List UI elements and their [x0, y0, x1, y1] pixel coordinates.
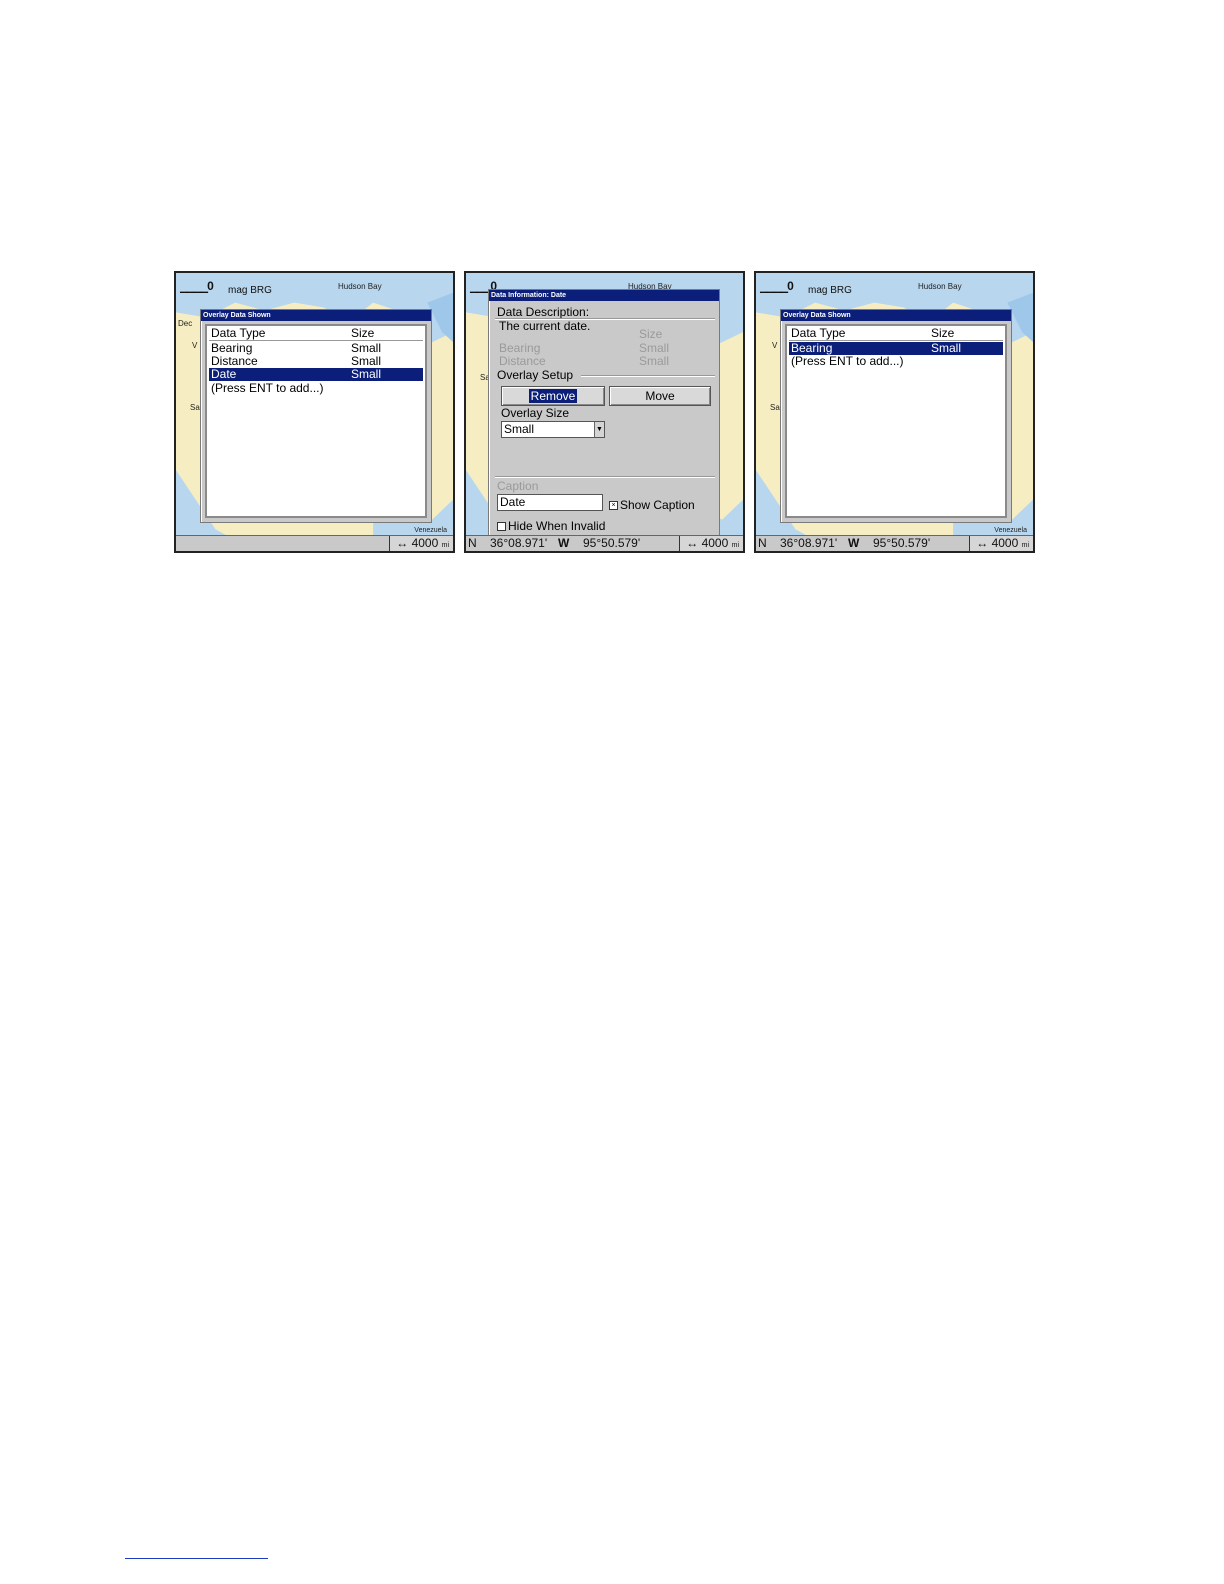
latitude-hemisphere: N: [468, 536, 477, 550]
mag-bearing-label: mag BRG: [808, 285, 852, 296]
venezuela-label: Venezuela: [414, 527, 447, 534]
list-header: Data Type Size: [209, 327, 423, 341]
map-zoom-scale: ↔ 4000 mi: [389, 536, 453, 551]
chevron-down-icon[interactable]: ▼: [594, 422, 604, 437]
ghost-row-type: Bearing: [499, 341, 541, 355]
map-zoom-scale: ↔ 4000 mi: [679, 536, 743, 551]
group-divider: [581, 375, 715, 377]
map-scale-indicator: ‒‒‒‒0: [180, 279, 214, 299]
overlay-data-list[interactable]: Data Type Size Bearing Small (Press ENT …: [785, 324, 1007, 518]
status-bar: ↔ 4000 mi: [176, 535, 453, 551]
list-item-selected[interactable]: Date Small: [209, 368, 423, 381]
add-hint-text: (Press ENT to add...): [211, 381, 324, 395]
add-item-hint[interactable]: (Press ENT to add...): [789, 355, 1003, 368]
ghost-size-header: Size: [639, 327, 663, 341]
scale-value: ↔ 4000: [976, 536, 1019, 550]
item-size: Small: [351, 367, 382, 381]
map-label-dec: Dec: [178, 319, 193, 328]
hide-when-invalid-checkbox[interactable]: Hide When Invalid: [497, 519, 605, 533]
footnote-divider: [125, 1558, 268, 1559]
map-label-v: V: [192, 341, 198, 350]
status-bar: N 36°08.971' W 95°50.579' ↔ 4000 mi: [466, 535, 743, 551]
hudson-bay-label: Hudson Bay: [338, 282, 382, 291]
screen-overlay-data-shown-1: ‒‒‒‒0 mag BRG Hudson Bay Dec V Sa Venezu…: [174, 271, 455, 553]
data-description-text: The current date.: [499, 319, 591, 333]
window-title: Data Information: Date: [489, 290, 719, 301]
overlay-data-window: Overlay Data Shown Data Type Size Bearin…: [780, 309, 1012, 523]
window-title: Overlay Data Shown: [201, 310, 431, 321]
scale-value: ↔ 4000: [686, 536, 729, 550]
data-information-window: Data Information: Date Data Description:…: [488, 289, 720, 537]
item-type: Date: [211, 367, 237, 381]
hudson-bay-label: Hudson Bay: [918, 282, 962, 291]
show-caption-checkbox[interactable]: × Show Caption: [609, 498, 695, 512]
venezuela-label: Venezuela: [994, 527, 1027, 534]
add-item-hint[interactable]: (Press ENT to add...): [209, 382, 423, 395]
item-size: Small: [931, 341, 962, 355]
overlay-size-value: Small: [504, 422, 535, 436]
map-label-sa: Sa: [770, 403, 780, 412]
group-divider: [495, 476, 715, 478]
show-caption-label: Show Caption: [620, 498, 695, 512]
ghost-row-type: Distance: [499, 354, 546, 368]
scale-value: ↔ 4000: [396, 536, 439, 550]
scale-unit: mi: [731, 542, 739, 549]
latitude-readout: 36°08.971': [780, 536, 838, 550]
map-label-v: V: [772, 341, 778, 350]
map-zoom-scale: ↔ 4000 mi: [969, 536, 1033, 551]
add-hint-text: (Press ENT to add...): [791, 354, 904, 368]
caption-label: Caption: [497, 479, 539, 493]
move-button[interactable]: Move: [609, 386, 711, 406]
latitude-hemisphere: N: [758, 536, 767, 550]
overlay-size-label: Overlay Size: [501, 406, 570, 420]
window-title: Overlay Data Shown: [781, 310, 1011, 321]
header-data-type: Data Type: [791, 326, 846, 340]
header-size: Size: [351, 326, 375, 340]
map-label-sa: Sa: [190, 403, 200, 412]
header-size: Size: [931, 326, 955, 340]
checkbox-unchecked-icon[interactable]: [497, 522, 506, 532]
remove-button[interactable]: Remove: [501, 386, 605, 406]
ghost-row-size: Small: [639, 354, 670, 368]
status-bar: N 36°08.971' W 95°50.579' ↔ 4000 mi: [756, 535, 1033, 551]
map-scale-indicator: ‒‒‒‒0: [760, 279, 794, 299]
overlay-size-dropdown[interactable]: Small ▼: [501, 421, 605, 438]
list-header: Data Type Size: [789, 327, 1003, 341]
checkbox-checked-icon[interactable]: ×: [609, 501, 618, 511]
overlay-data-window: Overlay Data Shown Data Type Size Bearin…: [200, 309, 432, 523]
scale-unit: mi: [441, 542, 449, 549]
list-item[interactable]: Distance Small: [209, 355, 423, 368]
ghost-row-size: Small: [639, 341, 670, 355]
header-data-type: Data Type: [211, 326, 266, 340]
screen-overlay-data-shown-2: ‒‒‒‒0 mag BRG Hudson Bay V Sa Venezuela …: [754, 271, 1035, 553]
caption-input[interactable]: Date: [497, 494, 603, 511]
overlay-data-list[interactable]: Data Type Size Bearing Small Distance Sm…: [205, 324, 427, 518]
overlay-setup-label: Overlay Setup: [497, 368, 574, 382]
mag-bearing-label: mag BRG: [228, 285, 272, 296]
longitude-hemisphere: W: [848, 536, 860, 550]
remove-button-label: Remove: [528, 389, 578, 403]
longitude-readout: 95°50.579': [873, 536, 931, 550]
screen-data-information: ‒‒‒0 Hudson Bay Sa Data Information: Dat…: [464, 271, 745, 553]
longitude-hemisphere: W: [558, 536, 570, 550]
scale-unit: mi: [1021, 542, 1029, 549]
data-description-label: Data Description:: [497, 305, 590, 319]
longitude-readout: 95°50.579': [583, 536, 641, 550]
latitude-readout: 36°08.971': [490, 536, 548, 550]
hide-when-invalid-label: Hide When Invalid: [508, 519, 606, 533]
